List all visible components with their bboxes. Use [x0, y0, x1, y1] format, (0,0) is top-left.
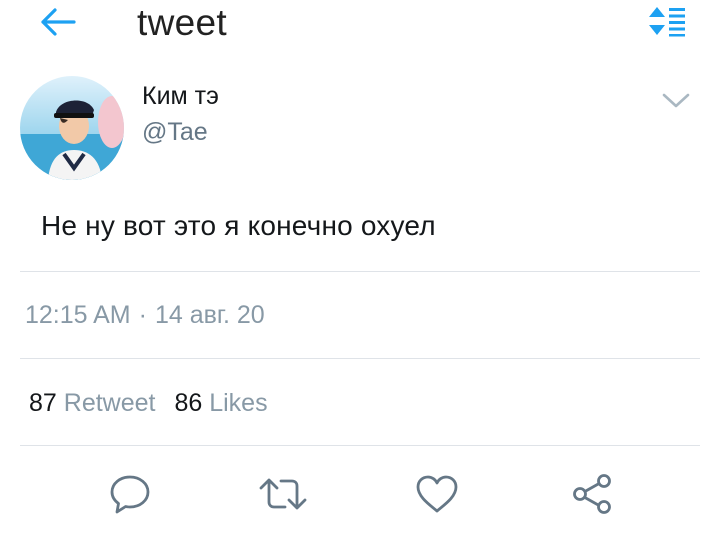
sort-button[interactable]: [644, 4, 692, 38]
tweet-timestamp: 12:15 AM · 14 авг. 20: [25, 301, 265, 330]
retweet-label: Retweet: [63, 389, 156, 417]
retweets-link[interactable]: 87 Retweet: [29, 389, 174, 417]
display-name[interactable]: Ким тэ: [142, 82, 219, 111]
share-icon: [573, 474, 611, 514]
like-count: 86: [174, 389, 203, 417]
top-bar: tweet: [0, 0, 720, 50]
reply-button[interactable]: [104, 468, 156, 520]
avatar-photo: [20, 76, 124, 180]
user-handle[interactable]: @Tae: [142, 118, 208, 147]
tweet-menu-button[interactable]: [656, 86, 696, 116]
page-title: tweet: [137, 2, 227, 43]
divider: [20, 445, 700, 446]
divider: [20, 358, 700, 359]
like-button[interactable]: [411, 468, 463, 520]
tweet-stats: 87 Retweet 86 Likes: [29, 389, 280, 418]
retweet-count: 87: [29, 389, 57, 417]
tweet-time: 12:15 AM: [25, 301, 131, 329]
tweet-date: 14 авг. 20: [154, 301, 265, 329]
like-label: Likes: [209, 389, 268, 417]
heart-icon: [416, 475, 458, 513]
retweet-icon: [259, 478, 307, 510]
sort-icon: [649, 7, 685, 37]
chevron-down-icon: [662, 93, 690, 108]
retweet-button[interactable]: [257, 468, 309, 520]
separator-dot: ·: [138, 301, 147, 329]
avatar[interactable]: [20, 76, 124, 180]
tweet-text: Не ну вот это я конечно охуел: [41, 210, 436, 241]
divider: [20, 271, 700, 272]
arrow-left-icon: [41, 8, 76, 36]
share-button[interactable]: [566, 468, 618, 520]
back-button[interactable]: [36, 4, 80, 40]
likes-link[interactable]: 86 Likes: [174, 389, 279, 417]
speech-bubble-icon: [110, 475, 150, 514]
